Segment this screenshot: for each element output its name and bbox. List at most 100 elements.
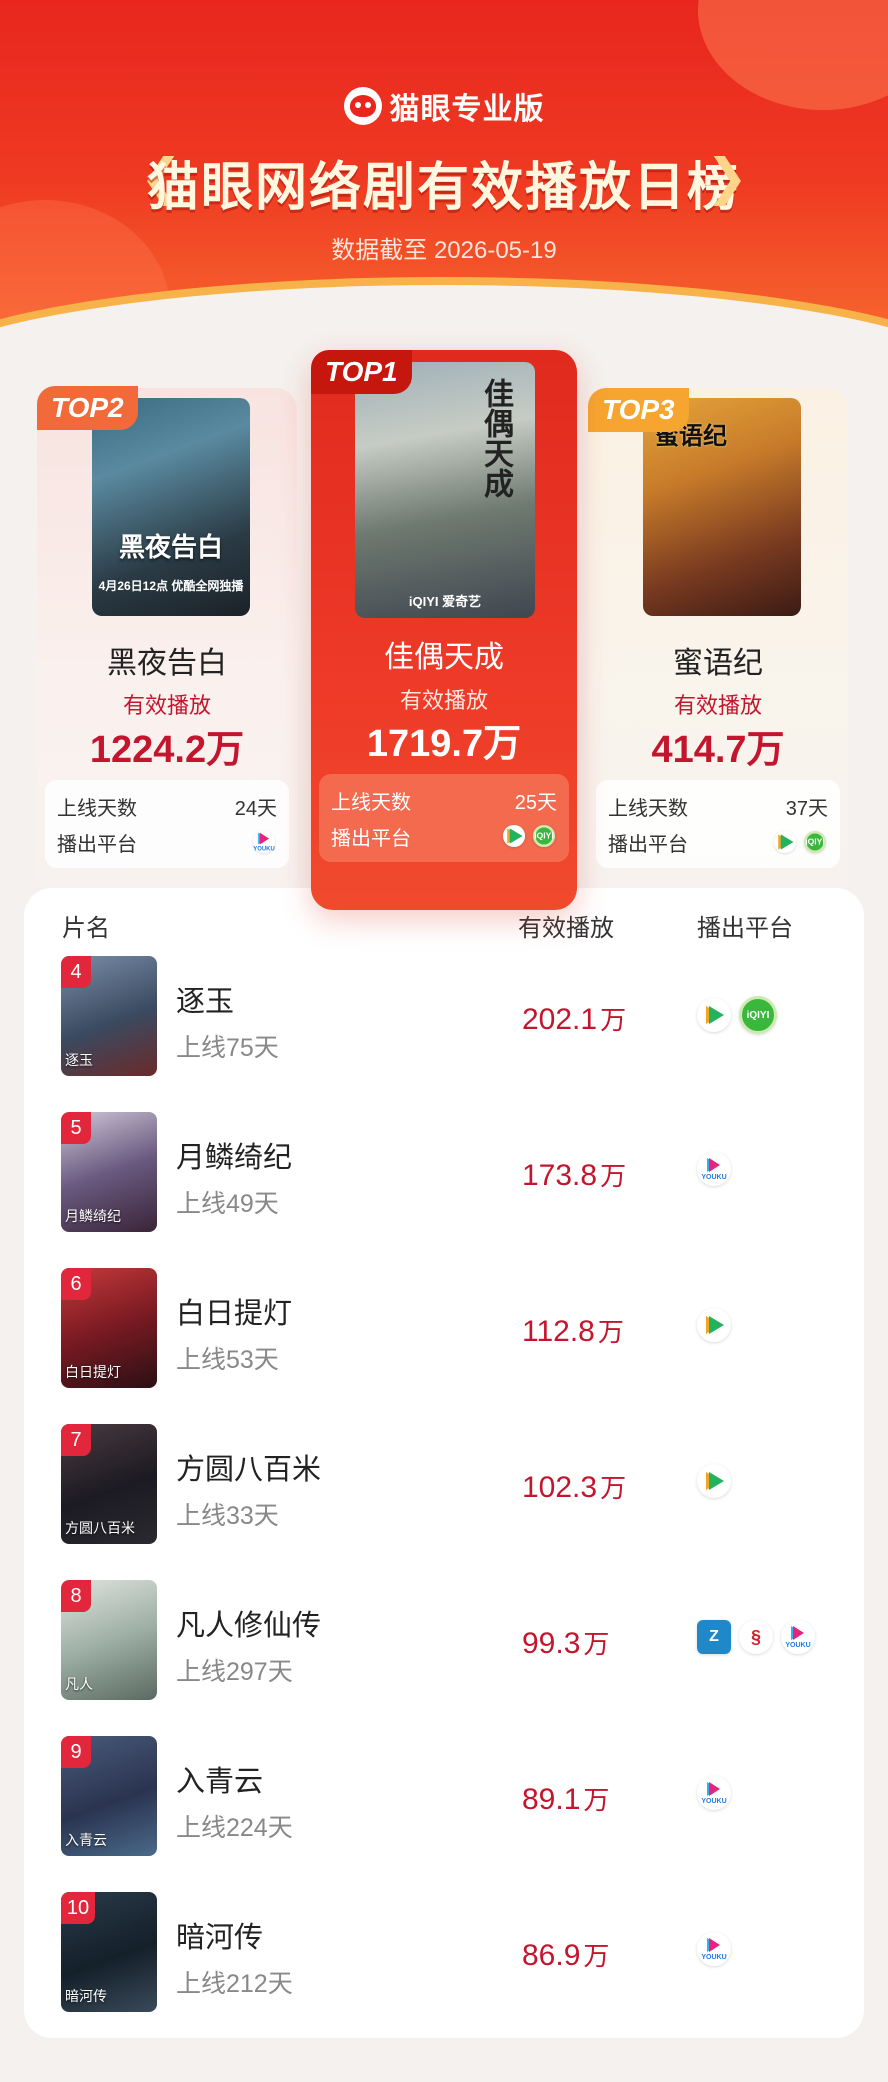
rank-number: 5 [61,1112,91,1144]
drama-name: 蜜语纪 [673,647,763,680]
platform-icons: YOUKU [697,1932,731,1966]
tencent-video-icon [502,824,526,848]
valid-play-value: 86.9 万 [522,1939,610,1972]
brand-name: 猫眼专业版 [389,93,545,126]
drama-thumbnail: 7 方圆八百米 [61,1424,157,1544]
table-row[interactable]: 9 入青云 入青云 上线224天 89.1 万 YOUKU [24,1736,864,1856]
valid-play-value: 89.1 万 [522,1783,610,1816]
days-online: 上线75天 [176,1034,279,1062]
table-row[interactable]: 10 暗河传 暗河传 上线212天 86.9 万 YOUKU [24,1892,864,2012]
thumb-title: 方圆八百米 [65,1521,135,1537]
rank-number: 7 [61,1424,91,1456]
top3-card[interactable]: 蜜语纪 TOP3 蜜语纪 有效播放 414.7万 上线天数 37天 播出平台 i… [588,388,848,898]
valid-play-value: 112.8 万 [522,1315,624,1348]
top1-card[interactable]: 佳偶天成 iQIYI 爱奇艺 TOP1 佳偶天成 有效播放 1719.7万 上线… [311,350,577,910]
info-box: 上线天数 37天 播出平台 iQIYI [596,780,840,868]
iqiyi-icon: iQIYI [803,830,827,854]
top2-card[interactable]: 黑夜告白 4月26日12点 优酷全网独播 TOP2 黑夜告白 有效播放 1224… [37,386,297,898]
rank-number: 8 [61,1580,91,1612]
drama-thumbnail: 9 入青云 [61,1736,157,1856]
rank-tag: TOP1 [311,350,412,394]
drama-thumbnail: 8 凡人 [61,1580,157,1700]
table-row[interactable]: 8 凡人 凡人修仙传 上线297天 99.3 万 Z § YOUKU [24,1580,864,1700]
rank-number: 9 [61,1736,91,1768]
youku-icon: YOUKU [697,1776,731,1810]
days-value: 37天 [785,797,828,820]
col-header-play: 有效播放 [518,915,614,942]
dragon-tv-icon: § [739,1620,773,1654]
platform-icons: YOUKU [697,1152,731,1186]
tencent-video-icon [697,998,731,1032]
platform-label: 播出平台 [331,827,411,850]
valid-play-label: 有效播放 [399,688,488,713]
platform-icons [697,1464,731,1498]
platform-label: 播出平台 [57,833,137,856]
poster-subtitle: 4月26日12点 优酷全网独播 [98,579,244,593]
tencent-video-icon [697,1308,731,1342]
valid-play-value: 202.1 万 [522,1003,627,1036]
rank-number: 4 [61,956,91,988]
drama-thumbnail: 10 暗河传 [61,1892,157,2012]
thumb-title: 逐玉 [65,1053,93,1069]
info-box: 上线天数 25天 播出平台 iQIYI [319,774,569,862]
thumb-title: 月鳞绮纪 [65,1209,121,1225]
thumb-title: 凡人 [65,1677,93,1693]
days-label: 上线天数 [608,797,688,820]
drama-name: 入青云 [176,1766,264,1798]
platform-icons: YOUKU [697,1776,731,1810]
youku-icon: YOUKU [252,830,276,854]
valid-play-value: 1224.2万 [89,729,245,771]
rank-number: 10 [61,1892,95,1924]
days-value: 24天 [234,797,277,820]
drama-name: 佳偶天成 [384,641,504,674]
drama-name: 逐玉 [176,986,235,1018]
zhejiang-tv-icon: Z [697,1620,731,1654]
days-online: 上线49天 [176,1190,279,1218]
valid-play-value: 414.7万 [651,729,785,771]
laurel-right-icon: ❯ [706,149,748,205]
days-online: 上线33天 [176,1502,279,1530]
poster-badge: iQIYI 爱奇艺 [408,594,482,609]
brand: 猫眼专业版 [0,84,888,128]
drama-name: 凡人修仙传 [176,1610,322,1642]
drama-thumbnail: 4 逐玉 [61,956,157,1076]
info-box: 上线天数 24天 播出平台 YOUKU [45,780,289,868]
rank-tag: TOP3 [588,388,689,432]
drama-name: 白日提灯 [176,1298,293,1330]
table-row[interactable]: 5 月鳞绮纪 月鳞绮纪 上线49天 173.8 万 YOUKU [24,1112,864,1232]
valid-play-label: 有效播放 [673,693,762,718]
thumb-title: 暗河传 [65,1989,107,2005]
table-row[interactable]: 6 白日提灯 白日提灯 上线53天 112.8 万 [24,1268,864,1388]
days-value: 25天 [514,791,557,814]
valid-play-value: 173.8 万 [522,1159,627,1192]
valid-play-label: 有效播放 [122,693,211,718]
page-title: 猫眼网络剧有效播放日榜 [146,159,741,217]
col-header-name: 片名 [62,915,110,942]
top2-poster: 黑夜告白 4月26日12点 优酷全网独播 [92,398,250,616]
thumb-title: 入青云 [65,1833,107,1849]
days-online: 上线212天 [176,1970,293,1998]
iqiyi-icon: iQIYI [532,824,556,848]
youku-icon: YOUKU [781,1620,815,1654]
table-row[interactable]: 7 方圆八百米 方圆八百米 上线33天 102.3 万 [24,1424,864,1544]
platform-icons [697,1308,731,1342]
valid-play-value: 99.3 万 [522,1627,610,1660]
drama-name: 月鳞绮纪 [176,1142,293,1174]
col-header-platform: 播出平台 [697,915,793,942]
days-online: 上线224天 [176,1814,293,1842]
maoyan-logo-icon [343,87,382,125]
iqiyi-icon: iQIYI [739,996,777,1034]
top1-poster: 佳偶天成 iQIYI 爱奇艺 [355,362,535,618]
youku-icon: YOUKU [697,1932,731,1966]
table-row[interactable]: 4 逐玉 逐玉 上线75天 202.1 万 iQIYI [24,956,864,1076]
platform-icons: Z § YOUKU [697,1620,815,1654]
thumb-title: 白日提灯 [65,1365,121,1381]
days-label: 上线天数 [331,791,411,814]
poster-title: 佳偶天成 [478,378,513,498]
poster-title: 黑夜告白 [118,533,223,563]
days-online: 上线297天 [176,1658,293,1686]
drama-name: 方圆八百米 [176,1454,322,1486]
valid-play-value: 102.3 万 [522,1471,627,1504]
tencent-video-icon [773,830,797,854]
platform-label: 播出平台 [608,833,688,856]
